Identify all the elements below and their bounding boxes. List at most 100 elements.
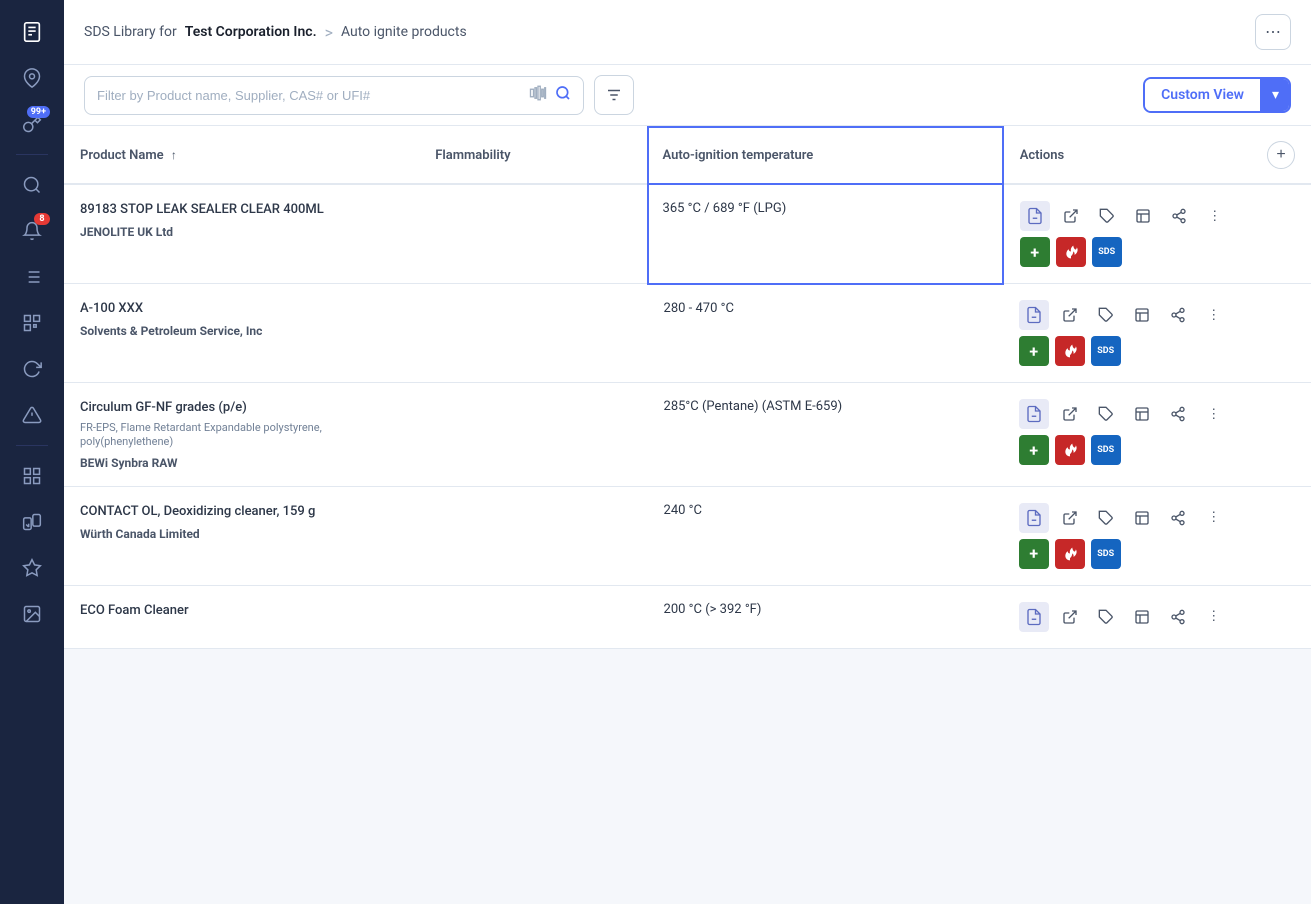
fire-button[interactable] [1055, 539, 1085, 569]
spill-button[interactable]: SDS [1092, 237, 1122, 267]
share-button[interactable] [1163, 300, 1193, 330]
transfer-nav-icon[interactable] [12, 502, 52, 542]
flammability-cell [419, 383, 647, 487]
autoignition-value: 285°C (Pentane) (ASTM E-659) [664, 399, 843, 414]
action-row-top: ⋮ [1019, 602, 1295, 632]
action-icons: ⋮ + SDS [1019, 300, 1295, 366]
search-globe-nav-icon[interactable] [12, 165, 52, 205]
breadcrumb-prefix: SDS Library for [84, 24, 177, 40]
notification-nav-icon[interactable]: 8 [12, 211, 52, 251]
grid-nav-icon[interactable] [12, 456, 52, 496]
more-row-button[interactable]: ⋮ [1199, 503, 1229, 533]
share-button[interactable] [1163, 602, 1193, 632]
action-row-top: ⋮ [1019, 300, 1295, 330]
tag-button[interactable] [1092, 201, 1122, 231]
products-table-container: Product Name ↑ Flammability Auto-ignitio… [64, 126, 1311, 904]
column-header-flammability[interactable]: Flammability [419, 127, 647, 184]
actions-cell: ⋮ + SDS [1003, 184, 1311, 284]
tag-button[interactable] [1091, 399, 1121, 429]
sds-nav-icon[interactable] [12, 12, 52, 52]
open-button[interactable] [1055, 399, 1085, 429]
pdf-button[interactable] [1019, 399, 1049, 429]
key-nav-icon[interactable]: 99+ [12, 104, 52, 144]
pdf-button[interactable] [1019, 602, 1049, 632]
pdf-button[interactable] [1019, 300, 1049, 330]
product-cell: Circulum GF-NF grades (p/e) FR-EPS, Flam… [64, 383, 419, 487]
tag-button[interactable] [1091, 503, 1121, 533]
products-table: Product Name ↑ Flammability Auto-ignitio… [64, 126, 1311, 649]
main-content: SDS Library for Test Corporation Inc. > … [64, 0, 1311, 904]
spill-button[interactable]: SDS [1091, 336, 1121, 366]
pdf-button[interactable] [1019, 503, 1049, 533]
pdf-button[interactable] [1020, 201, 1050, 231]
autoignition-cell: 200 °C (> 392 °F) [648, 585, 1003, 648]
refresh-nav-icon[interactable] [12, 349, 52, 389]
filter-button[interactable] [594, 75, 634, 115]
add-first-aid-button[interactable]: + [1019, 336, 1049, 366]
action-row-bottom: + SDS [1020, 237, 1295, 267]
add-first-aid-button[interactable]: + [1019, 435, 1049, 465]
spill-button[interactable]: SDS [1091, 539, 1121, 569]
open-button[interactable] [1056, 201, 1086, 231]
log-button[interactable] [1128, 201, 1158, 231]
custom-view-button[interactable]: Custom View ▾ [1143, 77, 1291, 113]
supplier-name: JENOLITE UK Ltd [80, 225, 403, 239]
share-button[interactable] [1163, 399, 1193, 429]
toolbar: Custom View ▾ [64, 65, 1311, 126]
search-icon[interactable] [555, 85, 571, 105]
log-button[interactable] [1127, 300, 1157, 330]
notification-badge: 8 [34, 213, 50, 225]
list-nav-icon[interactable] [12, 257, 52, 297]
sort-arrow-icon[interactable]: ↑ [171, 148, 177, 162]
flammability-cell [419, 585, 647, 648]
add-first-aid-button[interactable]: + [1020, 237, 1050, 267]
column-header-product[interactable]: Product Name ↑ [64, 127, 419, 184]
alert-nav-icon[interactable] [12, 395, 52, 435]
supplier-name: Würth Canada Limited [80, 527, 403, 541]
more-row-button[interactable]: ⋮ [1200, 201, 1230, 231]
qr-nav-icon[interactable] [12, 303, 52, 343]
image-nav-icon[interactable] [12, 594, 52, 634]
action-row-bottom: + SDS [1019, 435, 1295, 465]
more-row-button[interactable]: ⋮ [1199, 399, 1229, 429]
column-flammability-label: Flammability [435, 148, 510, 163]
more-row-button[interactable]: ⋮ [1199, 602, 1229, 632]
fire-button[interactable] [1055, 336, 1085, 366]
action-icons: ⋮ [1019, 602, 1295, 632]
log-button[interactable] [1127, 602, 1157, 632]
share-button[interactable] [1164, 201, 1194, 231]
table-row: 89183 STOP LEAK SEALER CLEAR 400ML JENOL… [64, 184, 1311, 284]
more-options-button[interactable]: ⋯ [1255, 14, 1291, 50]
spill-button[interactable]: SDS [1091, 435, 1121, 465]
key-badge: 99+ [27, 106, 50, 118]
table-row: CONTACT OL, Deoxidizing cleaner, 159 g W… [64, 486, 1311, 585]
add-column-button[interactable]: + [1267, 141, 1295, 169]
sidebar-divider-1 [16, 154, 48, 155]
column-header-autoignition[interactable]: Auto-ignition temperature [648, 127, 1003, 184]
search-input[interactable] [97, 88, 521, 103]
flammability-cell [419, 486, 647, 585]
autoignition-value: 280 - 470 °C [664, 301, 734, 316]
fire-button[interactable] [1055, 435, 1085, 465]
autoignition-value: 200 °C (> 392 °F) [664, 602, 762, 617]
sidebar-divider-2 [16, 445, 48, 446]
log-button[interactable] [1127, 503, 1157, 533]
share-button[interactable] [1163, 503, 1193, 533]
fire-button[interactable] [1056, 237, 1086, 267]
location-nav-icon[interactable] [12, 58, 52, 98]
open-button[interactable] [1055, 602, 1085, 632]
product-subtitle: FR-EPS, Flame Retardant Expandable polys… [80, 421, 403, 450]
custom-view-label[interactable]: Custom View [1145, 79, 1260, 111]
scan-icon[interactable] [529, 84, 547, 107]
more-row-button[interactable]: ⋮ [1199, 300, 1229, 330]
page-header: SDS Library for Test Corporation Inc. > … [64, 0, 1311, 65]
open-button[interactable] [1055, 300, 1085, 330]
tag-button[interactable] [1091, 300, 1121, 330]
log-button[interactable] [1127, 399, 1157, 429]
sparkle-nav-icon[interactable] [12, 548, 52, 588]
tag-button[interactable] [1091, 602, 1121, 632]
action-row-top: ⋮ [1020, 201, 1295, 231]
custom-view-dropdown-arrow[interactable]: ▾ [1260, 79, 1289, 111]
open-button[interactable] [1055, 503, 1085, 533]
add-first-aid-button[interactable]: + [1019, 539, 1049, 569]
